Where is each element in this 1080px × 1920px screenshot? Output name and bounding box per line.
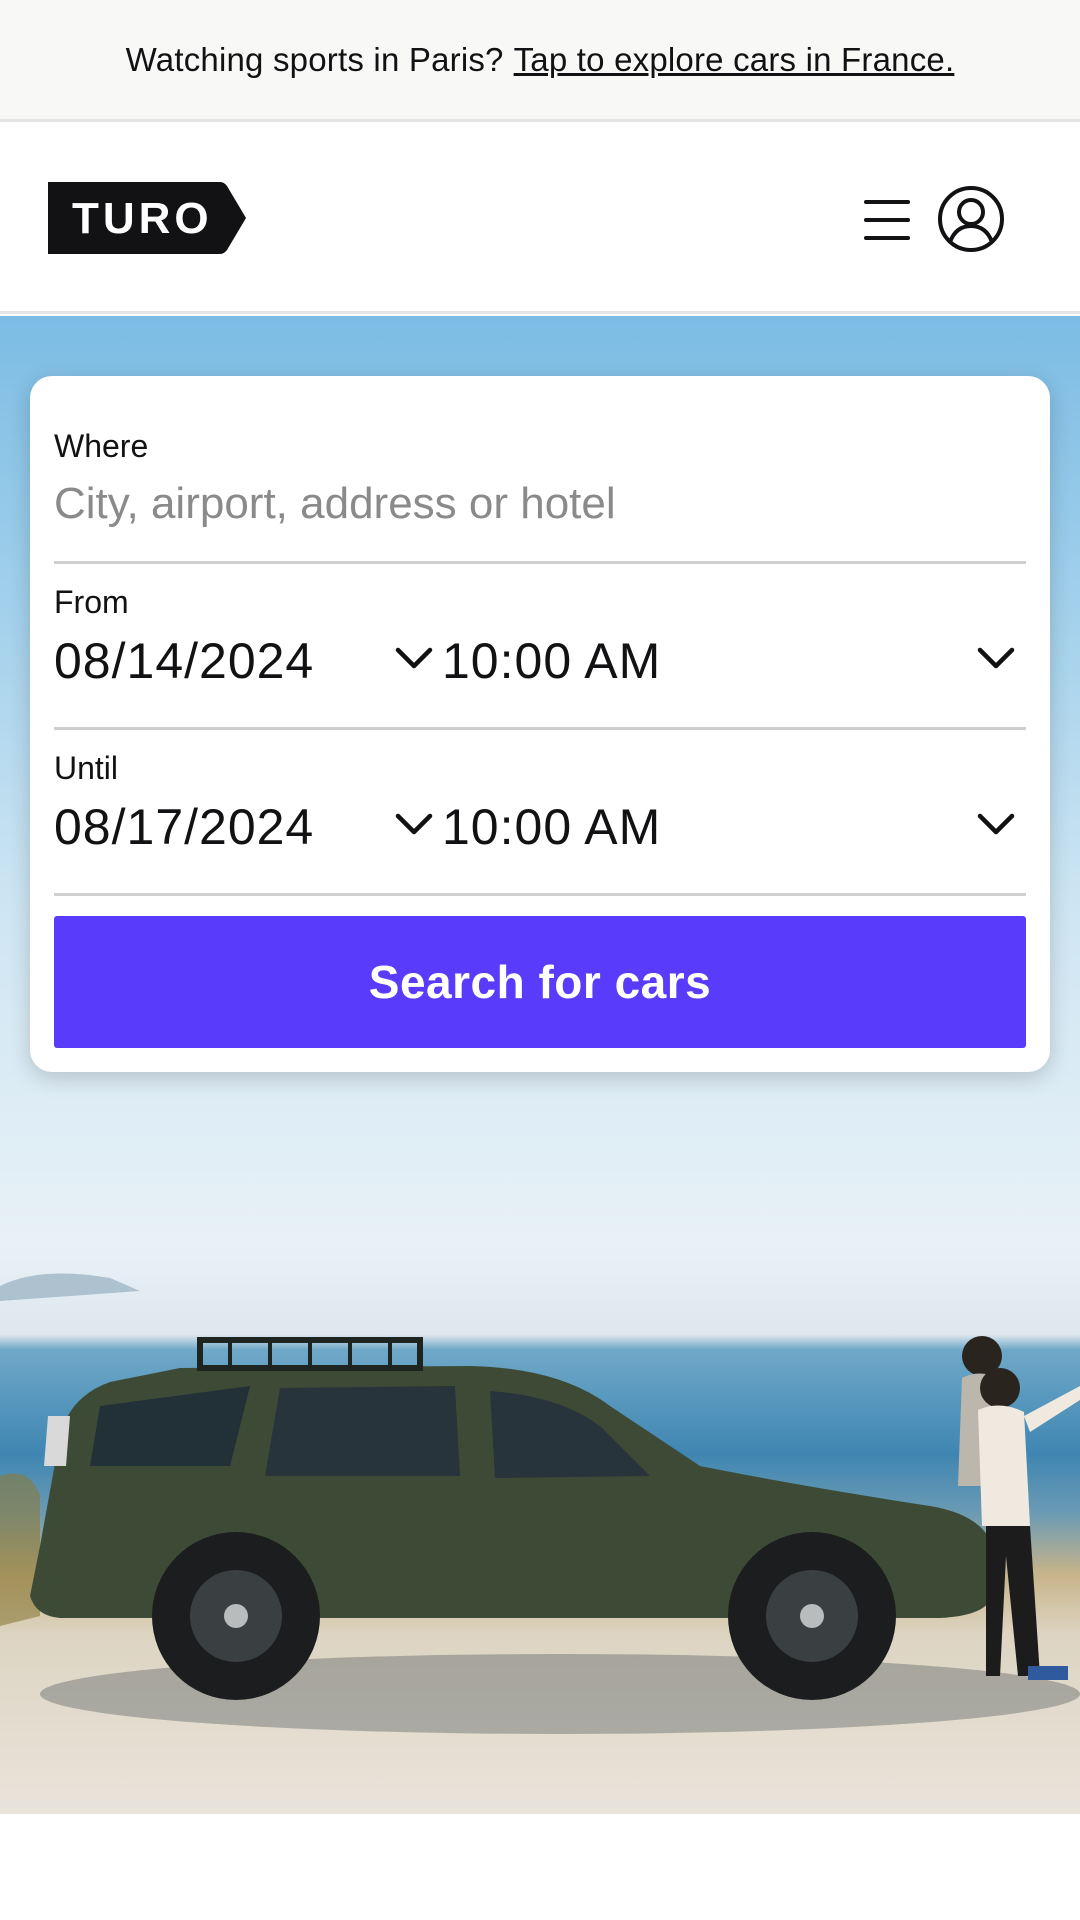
from-label: From [54,584,129,620]
until-label: Until [54,750,119,786]
below-hero-section [0,1814,1080,1920]
where-label: Where [54,428,149,464]
where-input[interactable] [54,474,1014,534]
promo-banner: Watching sports in Paris? Tap to explore… [0,0,1080,122]
chevron-down-icon[interactable] [394,644,434,672]
site-header: TURO [0,122,1080,314]
from-date-select[interactable]: 08/14/2024 [54,632,314,690]
chevron-down-icon[interactable] [394,810,434,838]
hamburger-menu-icon[interactable] [856,192,916,248]
until-field: Until 08/17/2024 10:00 AM [54,730,1026,896]
from-field: From 08/14/2024 10:00 AM [54,564,1026,730]
from-time-select[interactable]: 10:00 AM [442,632,661,690]
search-card: Where From 08/14/2024 10:00 AM Until 08/… [30,376,1050,1072]
hero-section: Where From 08/14/2024 10:00 AM Until 08/… [0,316,1080,1814]
turo-logo[interactable]: TURO [48,182,246,254]
suv-shape [30,1337,995,1700]
people-shape [958,1336,1080,1680]
chevron-down-icon[interactable] [976,810,1016,838]
where-field: Where [54,416,1026,564]
turo-logo-shape: TURO [48,182,246,254]
promo-link[interactable]: Tap to explore cars in France. [514,41,955,79]
cutoff-heading-fragment [0,1878,1080,1920]
until-time-select[interactable]: 10:00 AM [442,798,661,856]
chevron-down-icon[interactable] [976,644,1016,672]
until-date-select[interactable]: 08/17/2024 [54,798,314,856]
promo-text: Watching sports in Paris? [125,40,504,78]
user-profile-icon[interactable] [936,184,1006,254]
logo-text: TURO [72,194,213,243]
search-for-cars-button[interactable]: Search for cars [54,916,1026,1048]
